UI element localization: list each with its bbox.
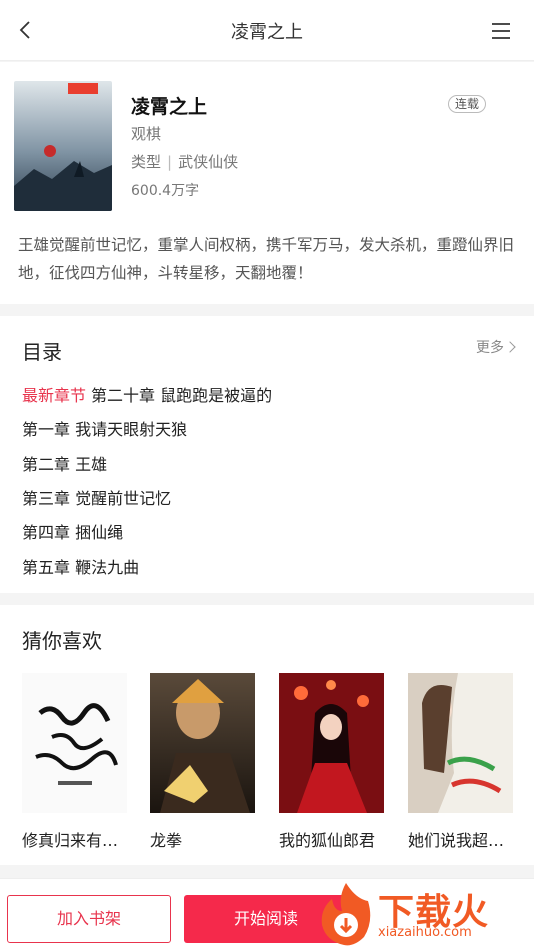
recommend-book[interactable]: 修真归来有… [22,673,140,851]
more-label: 更多 [476,340,504,356]
book-info-card: 凌霄之上 连载 观棋 类型 | 武侠仙侠 600.4万字 王雄觉醒前世记忆，重掌人间… [0,62,534,304]
recommend-book-name: 我的狐仙郎君 [279,831,376,850]
genre-value[interactable]: 武侠仙侠 [178,153,238,171]
recommend-book-name: 龙拳 [150,831,183,850]
watermark-logo: 下载火 xiazaihuo.com [316,879,534,949]
toc-more-link[interactable]: 更多 [476,337,516,357]
book-title: 凌霄之上 [131,96,208,118]
recommend-book-name: 她们说我超… [408,831,505,850]
recommend-section: 猜你喜欢 修真归来有… 龙拳 我的狐仙郎君 她们说我超… [0,605,534,865]
bottom-action-bar: 加入书架 开始阅读 下载火 xiazaihuo.com [0,878,534,949]
page-title: 凌霄之上 [231,22,303,43]
chapter-item[interactable]: 第三章 觉醒前世记忆 [22,485,171,509]
recommend-book[interactable]: 我的狐仙郎君 [279,673,397,851]
recommend-cover [150,673,255,813]
chapter-item[interactable]: 第五章 鞭法九曲 [22,554,139,578]
chapter-item[interactable]: 第二章 王雄 [22,451,107,475]
chapter-item[interactable]: 第一章 我请天眼射天狼 [22,416,187,440]
recommend-title: 猜你喜欢 [22,629,102,653]
latest-chapter-label: 最新章节 [22,386,87,405]
genre-row: 类型 | 武侠仙侠 [131,151,238,172]
author-name[interactable]: 观棋 [131,123,161,144]
book-synopsis: 王雄觉醒前世记忆，重掌人间权柄，携千军万马，发大杀机，重蹬仙界旧地，征伐四方仙神… [18,236,515,282]
recommend-book[interactable]: 龙拳 [150,673,268,851]
add-to-shelf-button[interactable]: 加入书架 [7,895,171,943]
book-cover[interactable] [14,81,112,211]
chapter-item[interactable]: 第四章 捆仙绳 [22,519,123,543]
status-badge: 连载 [448,95,487,113]
latest-chapter-title: 第二十章 鼠跑跑是被逼的 [91,386,273,405]
recommend-cover [22,673,127,813]
top-bar: 凌霄之上 [0,0,534,61]
latest-chapter[interactable]: 最新章节 第二十章 鼠跑跑是被逼的 [22,382,272,406]
recommend-cover [279,673,384,813]
genre-label: 类型 [131,153,162,171]
recommend-book-name: 修真归来有… [22,831,119,850]
word-count: 600.4万字 [131,183,200,199]
toc-title: 目录 [22,340,62,364]
menu-icon[interactable] [490,20,512,42]
genre-divider: | [167,153,173,171]
toc-section: 目录 更多 最新章节 第二十章 鼠跑跑是被逼的 第一章 我请天眼射天狼 第二章 王… [0,316,534,593]
recommend-book[interactable]: 她们说我超… [408,673,526,851]
flame-icon [321,883,371,946]
watermark-url: xiazaihuo.com [378,925,472,940]
chevron-right-icon [504,341,516,353]
recommend-cover [408,673,513,813]
